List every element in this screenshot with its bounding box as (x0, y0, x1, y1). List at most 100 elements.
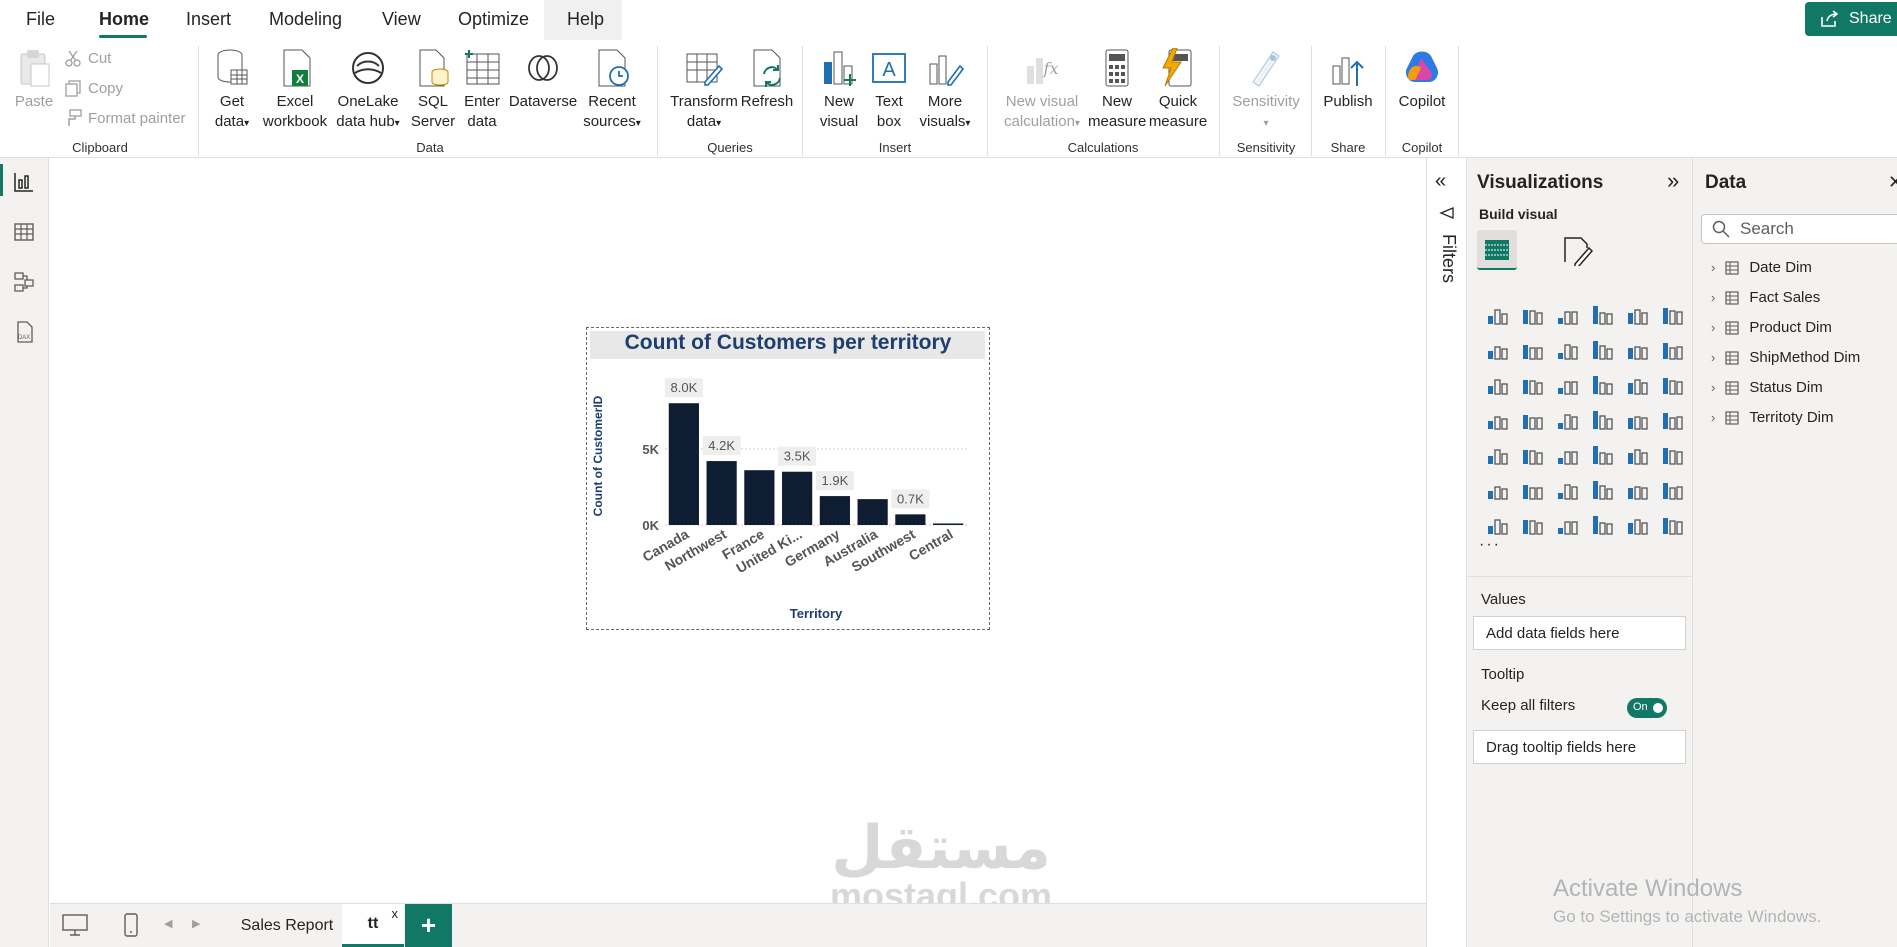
slicer-visual-icon[interactable] (1549, 438, 1584, 473)
new-card-visual-icon[interactable] (1514, 508, 1549, 543)
quick-measure-button[interactable]: Quick measure (1148, 48, 1208, 132)
azure-map-visual-icon[interactable] (1584, 403, 1619, 438)
scroll-right-icon[interactable]: ▶ (192, 917, 200, 930)
menu-optimize[interactable]: Optimize (458, 9, 529, 30)
menu-insert[interactable]: Insert (186, 9, 231, 30)
data-table-item[interactable]: › Fact Sales (1711, 289, 1820, 306)
mobile-layout-icon[interactable] (123, 913, 139, 937)
report-canvas[interactable]: Count of Customers per territory 0K 5K 8.0… (50, 158, 1426, 903)
publish-button[interactable]: Publish (1320, 48, 1376, 112)
clustered-column-visual-icon[interactable] (1584, 298, 1619, 333)
new-measure-button[interactable]: New measure (1088, 48, 1146, 132)
data-table-item[interactable]: › Date Dim (1711, 259, 1812, 276)
format-visual-icon[interactable] (1561, 234, 1593, 266)
transform-data-button[interactable]: Transform data▾ (668, 48, 740, 134)
key-influencers-visual-icon[interactable] (1514, 473, 1549, 508)
line-clustered-visual-icon[interactable] (1654, 333, 1689, 368)
clustered-bar-visual-icon[interactable] (1549, 298, 1584, 333)
cut-button[interactable]: Cut (64, 49, 111, 67)
data-table-item[interactable]: › Status Dim (1711, 379, 1823, 396)
refresh-button[interactable]: Refresh (740, 48, 794, 112)
tooltip-field-well[interactable]: Drag tooltip fields here (1473, 730, 1686, 764)
map-visual-icon[interactable] (1514, 403, 1549, 438)
menu-home[interactable]: Home (99, 9, 149, 30)
chevron-right-icon[interactable]: › (1711, 320, 1715, 335)
100-column-visual-icon[interactable] (1654, 298, 1689, 333)
data-table-item[interactable]: › Territoty Dim (1711, 409, 1834, 426)
stacked-area-visual-icon[interactable] (1549, 333, 1584, 368)
format-painter-button[interactable]: Format painter (64, 109, 186, 127)
python-visual-icon[interactable] (1479, 473, 1514, 508)
scroll-left-icon[interactable]: ◀ (164, 917, 172, 930)
narrative-visual-icon[interactable] (1619, 473, 1654, 508)
excel-workbook-button[interactable]: X Excel workbook (260, 48, 330, 132)
button-slicer-visual-icon[interactable] (1549, 508, 1584, 543)
values-field-well[interactable]: Add data fields here (1473, 616, 1686, 650)
enter-data-button[interactable]: Enter data (462, 48, 502, 132)
menu-help[interactable]: Help (567, 9, 604, 30)
treemap-visual-icon[interactable] (1479, 403, 1514, 438)
filters-pane-collapsed[interactable]: « Filters (1426, 158, 1466, 947)
close-icon[interactable]: x (392, 906, 399, 921)
menu-file[interactable]: File (26, 9, 55, 30)
copilot-button[interactable]: Copilot (1392, 48, 1452, 112)
card-visual-icon[interactable] (1654, 403, 1689, 438)
line-visual-icon[interactable] (1479, 333, 1514, 368)
chevron-right-icon[interactable]: › (1711, 410, 1715, 425)
goals-visual-icon[interactable] (1654, 473, 1689, 508)
collapse-pane-icon[interactable]: » (1667, 168, 1679, 194)
arcgis-visual-icon[interactable] (1584, 508, 1619, 543)
sql-server-button[interactable]: SQL Server (410, 48, 456, 132)
paste-button[interactable]: Paste (12, 48, 56, 112)
recent-sources-button[interactable]: Recent sources▾ (578, 48, 646, 134)
r-visual-visual-icon[interactable] (1654, 438, 1689, 473)
100-area-visual-icon[interactable] (1584, 333, 1619, 368)
filled-map-visual-icon[interactable] (1549, 403, 1584, 438)
bar-chart-visual[interactable]: Count of Customers per territory 0K 5K 8.0… (586, 327, 990, 630)
chevron-right-icon[interactable]: › (1711, 260, 1715, 275)
stacked-bar-visual-icon[interactable] (1479, 298, 1514, 333)
funnel-visual-icon[interactable] (1549, 368, 1584, 403)
100-bar-visual-icon[interactable] (1619, 298, 1654, 333)
page-tab-sales-report[interactable]: Sales Report (222, 904, 352, 947)
new-visual-button[interactable]: New visual (814, 48, 864, 132)
text-box-button[interactable]: A Text box (868, 48, 910, 132)
more-visuals-ellipsis-icon[interactable]: ··· (1479, 536, 1501, 554)
table-visual-icon[interactable] (1584, 438, 1619, 473)
qa-visual-icon[interactable] (1584, 473, 1619, 508)
chevron-right-icon[interactable]: › (1711, 350, 1715, 365)
chevron-right-icon[interactable]: › (1711, 380, 1715, 395)
search-input[interactable]: Search (1701, 214, 1897, 244)
more-visuals-button[interactable]: More visuals▾ (914, 48, 976, 134)
sensitivity-button[interactable]: Sensitivity ▾ (1226, 48, 1306, 134)
ribbon-visual-icon[interactable] (1479, 368, 1514, 403)
scatter-visual-icon[interactable] (1584, 368, 1619, 403)
matrix-visual-icon[interactable] (1619, 438, 1654, 473)
stacked-column-visual-icon[interactable] (1514, 298, 1549, 333)
line-column-visual-icon[interactable] (1619, 333, 1654, 368)
desktop-layout-icon[interactable] (62, 914, 88, 936)
page-tab-tt[interactable]: tt x (342, 904, 404, 947)
add-page-button[interactable]: + (405, 904, 452, 947)
dataverse-button[interactable]: Dataverse (508, 48, 578, 112)
model-view-icon[interactable] (12, 270, 36, 294)
gauge-visual-icon[interactable] (1619, 403, 1654, 438)
table-view-icon[interactable] (12, 220, 36, 244)
dax-query-view-icon[interactable]: DAX (12, 320, 36, 344)
new-visual-calculation-button[interactable]: fx New visual calculation▾ (996, 48, 1088, 134)
close-pane-icon[interactable]: ✕ (1888, 172, 1897, 193)
power-apps-visual-icon[interactable] (1619, 508, 1654, 543)
copy-button[interactable]: Copy (64, 79, 123, 97)
decomposition-visual-icon[interactable] (1549, 473, 1584, 508)
power-automate-visual-icon[interactable] (1654, 508, 1689, 543)
chevron-right-icon[interactable]: › (1711, 290, 1715, 305)
keep-filters-toggle[interactable]: On (1627, 698, 1667, 718)
share-button[interactable]: Share (1805, 2, 1897, 36)
onelake-button[interactable]: OneLake data hub▾ (330, 48, 406, 134)
kpi-visual-icon[interactable] (1514, 438, 1549, 473)
report-view-icon[interactable] (12, 170, 36, 194)
get-data-button[interactable]: Get data▾ (210, 48, 254, 134)
data-table-item[interactable]: › ShipMethod Dim (1711, 349, 1860, 366)
pie-visual-icon[interactable] (1619, 368, 1654, 403)
donut-visual-icon[interactable] (1654, 368, 1689, 403)
